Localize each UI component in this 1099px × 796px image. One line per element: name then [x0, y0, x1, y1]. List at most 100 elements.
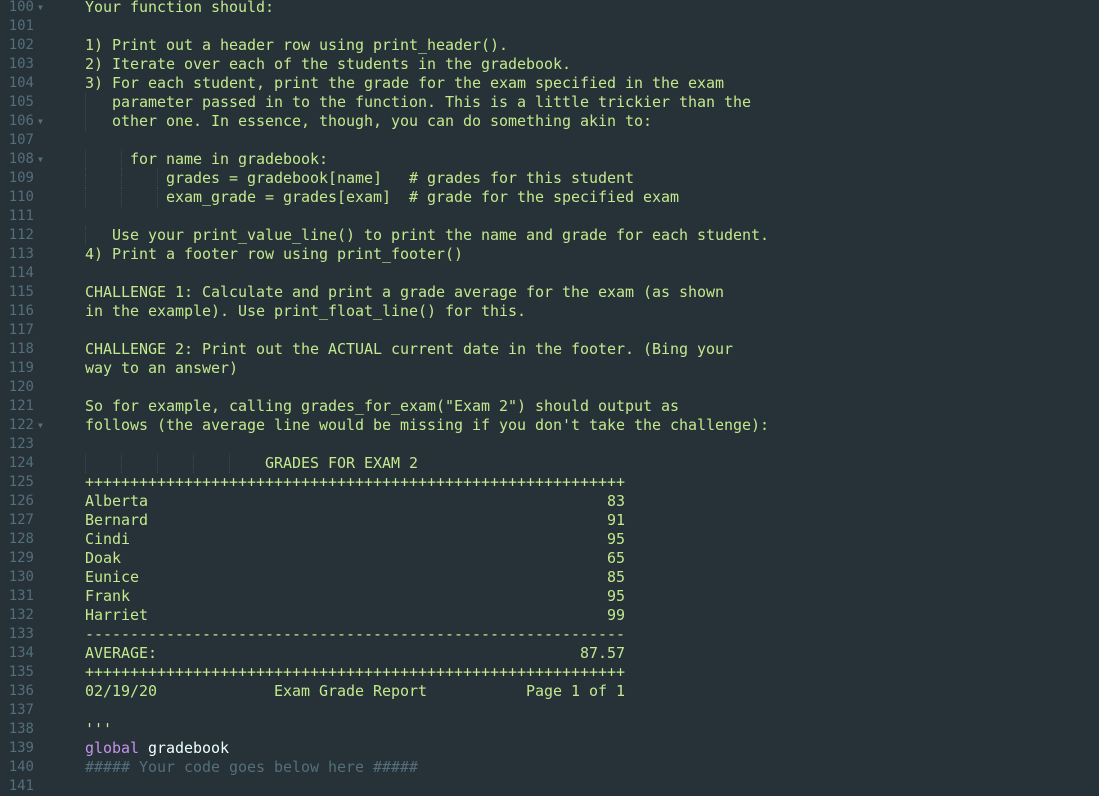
code-line[interactable]: 134 AVERAGE: 87.57: [0, 644, 1099, 663]
line-number: 100: [8, 0, 34, 15]
fold-arrow-icon[interactable]: ▼: [38, 150, 43, 169]
docstring-text: ++++++++++++++++++++++++++++++++++++++++…: [85, 473, 625, 491]
code-line[interactable]: 131 Frank 95: [0, 587, 1099, 606]
line-number: 122: [8, 417, 34, 433]
line-number: 139: [8, 740, 34, 756]
code-line[interactable]: 113 4) Print a footer row using print_foo…: [0, 245, 1099, 264]
line-number: 128: [8, 531, 34, 547]
code-line[interactable]: 110 exam_grade = grades[exam] # grade fo…: [0, 188, 1099, 207]
line-number: 126: [8, 493, 34, 509]
code-line[interactable]: 137: [0, 701, 1099, 720]
code-editor[interactable]: 100 ▼ Your function should: 101 102 1) Print …: [0, 0, 1099, 796]
code-line[interactable]: 125 +++++++++++++++++++++++++++++++++++++…: [0, 473, 1099, 492]
line-number: 117: [8, 322, 34, 338]
line-number: 140: [8, 759, 34, 775]
code-line[interactable]: 128 Cindi 95: [0, 530, 1099, 549]
docstring-text: Use your print_value_line() to print the…: [85, 226, 769, 244]
code-line[interactable]: 101: [0, 17, 1099, 36]
docstring-text: Alberta 83: [85, 492, 625, 510]
line-number: 110: [8, 189, 34, 205]
code-line[interactable]: 116 in the example). Use print_float_line…: [0, 302, 1099, 321]
line-number: 135: [8, 664, 34, 680]
line-number: 113: [8, 246, 34, 262]
code-line[interactable]: 111: [0, 207, 1099, 226]
docstring-text: Doak 65: [85, 549, 625, 567]
docstring-text: CHALLENGE 2: Print out the ACTUAL curren…: [85, 340, 733, 358]
code-line[interactable]: 114: [0, 264, 1099, 283]
docstring-text: parameter passed in to the function. Thi…: [85, 93, 751, 111]
docstring-text: So for example, calling grades_for_exam(…: [85, 397, 679, 415]
line-number: 125: [8, 474, 34, 490]
docstring-text: Frank 95: [85, 587, 625, 605]
code-line[interactable]: 119 way to an answer): [0, 359, 1099, 378]
code-line[interactable]: 102 1) Print out a header row using print…: [0, 36, 1099, 55]
line-number: 115: [8, 284, 34, 300]
code-line[interactable]: 115 CHALLENGE 1: Calculate and print a gr…: [0, 283, 1099, 302]
line-number: 119: [8, 360, 34, 376]
docstring-text: GRADES FOR EXAM 2: [85, 454, 418, 472]
line-number: 108: [8, 151, 34, 167]
line-number: 138: [8, 721, 34, 737]
line-number: 130: [8, 569, 34, 585]
code-line[interactable]: 118 CHALLENGE 2: Print out the ACTUAL cur…: [0, 340, 1099, 359]
code-line[interactable]: 117: [0, 321, 1099, 340]
code-line[interactable]: 126 Alberta 83: [0, 492, 1099, 511]
code-line[interactable]: 100 ▼ Your function should:: [0, 0, 1099, 17]
code-line[interactable]: 120: [0, 378, 1099, 397]
line-number: 107: [8, 132, 34, 148]
code-line[interactable]: 108 ▼ for name in gradebook:: [0, 150, 1099, 169]
docstring-text: 2) Iterate over each of the students in …: [85, 55, 571, 73]
code-line[interactable]: 136 02/19/20 Exam Grade Report Page 1 of …: [0, 682, 1099, 701]
line-number: 133: [8, 626, 34, 642]
docstring-text: 1) Print out a header row using print_he…: [85, 36, 508, 54]
line-number: 134: [8, 645, 34, 661]
docstring-text: exam_grade = grades[exam] # grade for th…: [85, 188, 679, 206]
line-number: 127: [8, 512, 34, 528]
docstring-text: CHALLENGE 1: Calculate and print a grade…: [85, 283, 724, 301]
line-number: 132: [8, 607, 34, 623]
code-line[interactable]: 105 parameter passed in to the function.…: [0, 93, 1099, 112]
line-number: 141: [8, 778, 34, 794]
identifier-gradebook: gradebook: [139, 739, 229, 757]
docstring-text: 02/19/20 Exam Grade Report Page 1 of 1: [85, 682, 625, 700]
docstring-text: Cindi 95: [85, 530, 625, 548]
docstring-text: way to an answer): [85, 359, 238, 377]
code-line[interactable]: 112 Use your print_value_line() to print…: [0, 226, 1099, 245]
docstring-text: 4) Print a footer row using print_footer…: [85, 245, 463, 263]
line-number: 129: [8, 550, 34, 566]
code-line[interactable]: 121 So for example, calling grades_for_ex…: [0, 397, 1099, 416]
code-line[interactable]: 103 2) Iterate over each of the students …: [0, 55, 1099, 74]
docstring-text: ----------------------------------------…: [85, 625, 625, 643]
docstring-text: AVERAGE: 87.57: [85, 644, 625, 662]
keyword-global: global: [85, 739, 139, 757]
code-line[interactable]: 130 Eunice 85: [0, 568, 1099, 587]
code-line[interactable]: 107: [0, 131, 1099, 150]
code-line[interactable]: 140 ##### Your code goes below here #####: [0, 758, 1099, 777]
line-number: 131: [8, 588, 34, 604]
fold-arrow-icon[interactable]: ▼: [38, 416, 43, 435]
code-line[interactable]: 122 ▼ follows (the average line would be m…: [0, 416, 1099, 435]
code-line[interactable]: 135 +++++++++++++++++++++++++++++++++++++…: [0, 663, 1099, 682]
code-line[interactable]: 109 grades = gradebook[name] # grades fo…: [0, 169, 1099, 188]
docstring-text: follows (the average line would be missi…: [85, 416, 769, 434]
code-line[interactable]: 132 Harriet 99: [0, 606, 1099, 625]
code-line[interactable]: 106 ▼ other one. In essence, though, you …: [0, 112, 1099, 131]
code-line[interactable]: 123: [0, 435, 1099, 454]
fold-arrow-icon[interactable]: ▼: [38, 112, 43, 131]
code-line[interactable]: 141: [0, 777, 1099, 796]
code-line[interactable]: 138 ''': [0, 720, 1099, 739]
code-line[interactable]: 139 global gradebook: [0, 739, 1099, 758]
code-line[interactable]: 127 Bernard 91: [0, 511, 1099, 530]
fold-arrow-icon[interactable]: ▼: [38, 0, 43, 17]
line-number: 136: [8, 683, 34, 699]
docstring-text: Harriet 99: [85, 606, 625, 624]
line-number: 124: [8, 455, 34, 471]
code-line[interactable]: 129 Doak 65: [0, 549, 1099, 568]
line-number: 114: [8, 265, 34, 281]
code-line[interactable]: 133 -------------------------------------…: [0, 625, 1099, 644]
docstring-text: Eunice 85: [85, 568, 625, 586]
docstring-text: in the example). Use print_float_line() …: [85, 302, 526, 320]
code-line[interactable]: 124 GRADES FOR EXAM 2: [0, 454, 1099, 473]
code-line[interactable]: 104 3) For each student, print the grade …: [0, 74, 1099, 93]
docstring-text: Your function should:: [85, 0, 274, 16]
